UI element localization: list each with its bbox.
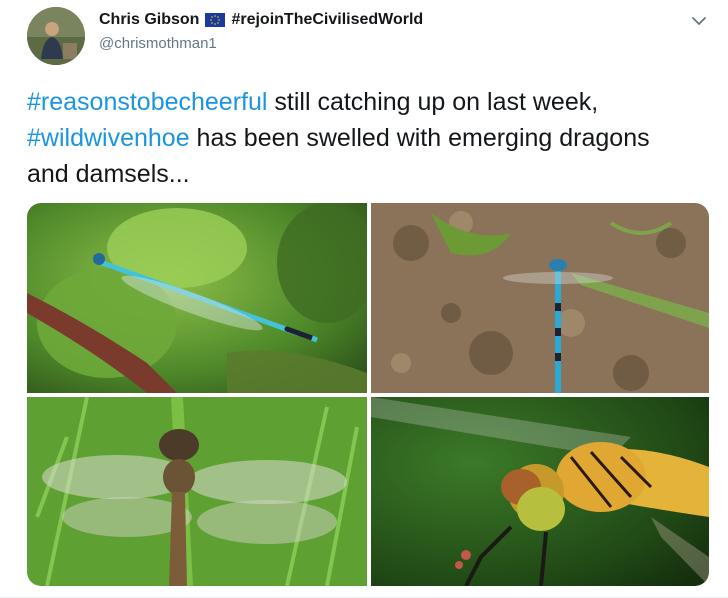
tweet-text-part-1: still catching up on last week,	[267, 88, 599, 116]
avatar-photo	[27, 7, 85, 65]
hashtag-link-reasons[interactable]: #reasonstobecheerful	[27, 88, 267, 116]
name-hashtag: #rejoinTheCivilisedWorld	[231, 11, 424, 28]
tweet-card: Chris Gibson #rejoinTheCivilisedWorld @c…	[0, 0, 728, 598]
tweet-text: #reasonstobecheerful still catching up o…	[27, 84, 687, 192]
chevron-down-icon[interactable]	[690, 12, 708, 30]
blue-damselfly-on-ground-photo[interactable]	[371, 203, 709, 393]
blue-damselfly-on-leaf-photo[interactable]	[27, 203, 367, 393]
author-name-row[interactable]: Chris Gibson #rejoinTheCivilisedWorld	[99, 11, 423, 29]
darter-dragonfly-closeup-photo[interactable]	[371, 397, 709, 586]
avatar[interactable]	[27, 7, 85, 65]
user-handle[interactable]: @chrismothman1	[99, 35, 217, 52]
display-name[interactable]: Chris Gibson	[99, 11, 199, 29]
broad-bodied-dragonfly-photo[interactable]	[27, 397, 367, 586]
media-grid	[27, 203, 709, 586]
eu-flag-icon	[205, 13, 226, 27]
hashtag-link-wildwivenhoe[interactable]: #wildwivenhoe	[27, 124, 190, 152]
